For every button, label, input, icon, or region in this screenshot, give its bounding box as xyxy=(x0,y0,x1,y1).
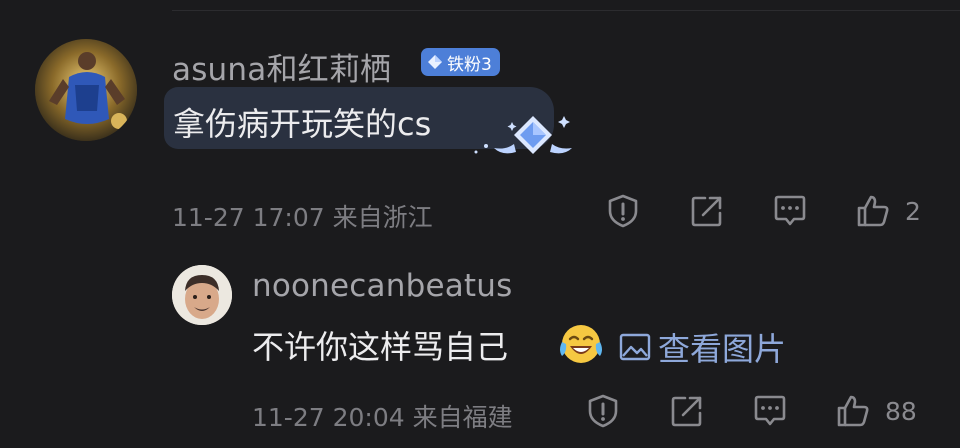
reply-time: 11-27 20:04 xyxy=(252,403,405,432)
reply-report-button[interactable] xyxy=(585,393,621,429)
report-button[interactable] xyxy=(605,193,641,229)
reply-location: 来自福建 xyxy=(412,403,513,432)
reply-reply-button[interactable] xyxy=(752,393,788,429)
view-image-link[interactable]: 查看图片 xyxy=(618,324,786,370)
reply-icon xyxy=(754,395,786,426)
comment-time: 11-27 17:07 xyxy=(172,203,325,232)
comment-meta: 11-27 17:07 来自浙江 xyxy=(172,198,433,234)
reply-button[interactable] xyxy=(772,193,808,229)
share-button[interactable] xyxy=(689,193,725,229)
bubble-diamond-decoration xyxy=(474,116,572,154)
share-icon xyxy=(691,196,722,227)
reply-text: 不许你这样骂自己 xyxy=(252,328,509,366)
view-image-label: 查看图片 xyxy=(658,330,787,368)
report-icon xyxy=(588,394,618,428)
reply-like-button[interactable]: 88 xyxy=(835,393,917,429)
reply-meta: 11-27 20:04 来自福建 xyxy=(252,398,513,434)
comment-location: 来自浙江 xyxy=(332,203,433,232)
reply-avatar[interactable] xyxy=(172,265,232,325)
image-icon xyxy=(619,333,651,361)
reply-share-button[interactable] xyxy=(669,393,705,429)
like-icon xyxy=(837,395,869,427)
comment-text: 拿伤病开玩笑的cs xyxy=(173,105,432,143)
like-count: 2 xyxy=(905,196,921,226)
username[interactable]: asuna和红莉栖 xyxy=(172,44,391,89)
reply-icon xyxy=(774,195,806,226)
reply-username[interactable]: noonecanbeatus xyxy=(252,268,513,304)
share-icon xyxy=(671,396,702,427)
avatar[interactable] xyxy=(35,39,137,141)
diamond-icon xyxy=(428,55,442,69)
report-icon xyxy=(608,194,638,228)
like-icon xyxy=(857,195,889,227)
top-divider xyxy=(172,10,960,11)
fan-badge-label: 铁粉3 xyxy=(447,54,492,75)
like-button[interactable]: 2 xyxy=(855,193,921,229)
reply-like-count: 88 xyxy=(885,396,917,426)
fan-level-badge[interactable]: 铁粉3 xyxy=(421,48,500,76)
laughing-crying-emoji xyxy=(560,325,602,363)
